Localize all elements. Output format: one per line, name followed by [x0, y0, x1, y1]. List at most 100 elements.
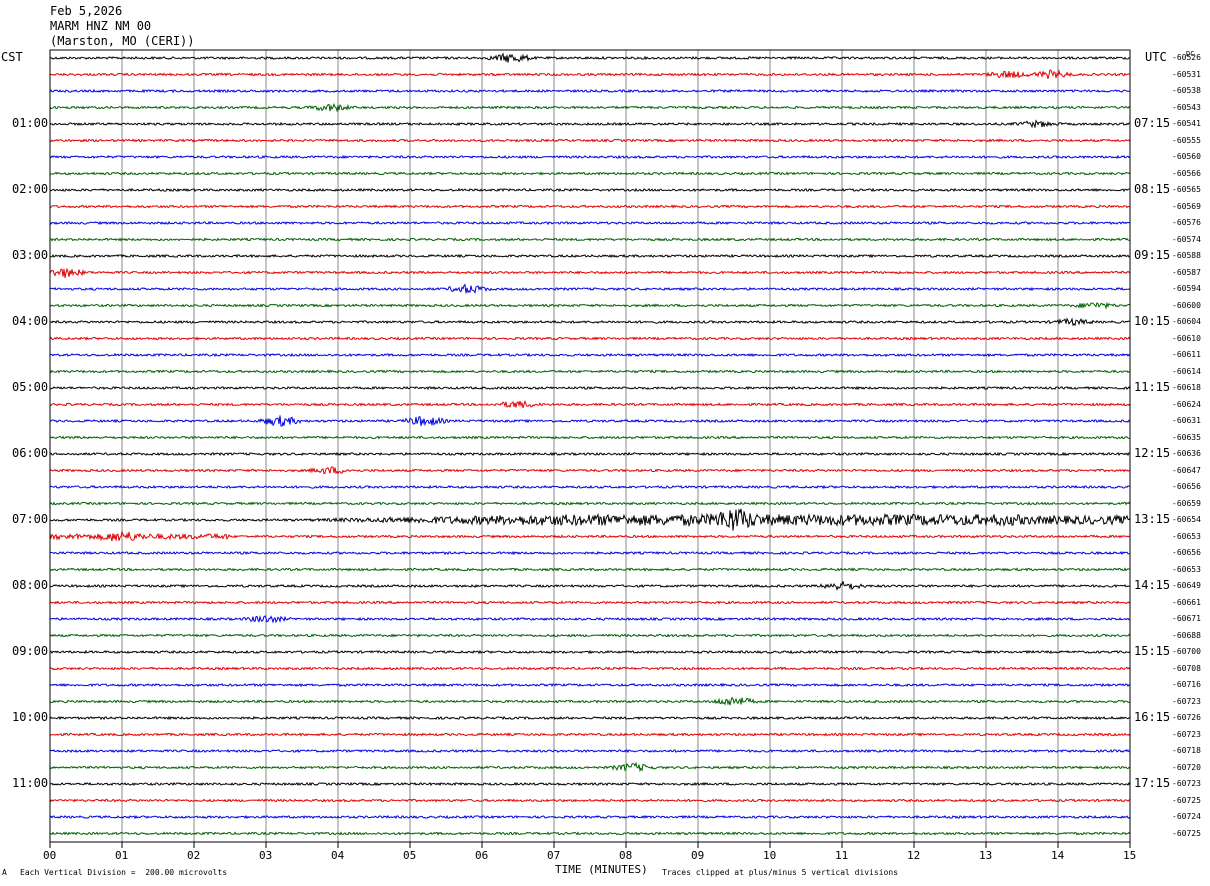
trace-41	[49, 732, 1131, 737]
scale-note: Each Vertical Division = 200.00 microvol…	[20, 868, 228, 877]
plot-frame	[49, 49, 1131, 843]
trace-1	[49, 69, 1131, 79]
x-tick-label: 03	[259, 849, 273, 862]
dc-offset-label: -60659	[1172, 498, 1201, 508]
right-hour-label: 07:15	[1134, 116, 1171, 130]
trace-40	[49, 715, 1131, 721]
dc-offset-label: -60671	[1172, 614, 1201, 623]
dc-offset-label: -60723	[1172, 779, 1201, 788]
x-axis-label: TIME (MINUTES)	[555, 863, 648, 876]
dc-offset-label: -60610	[1172, 333, 1201, 343]
x-tick-label: 06	[475, 849, 489, 862]
trace-25	[49, 466, 1131, 475]
dc-offset-label: -60708	[1172, 663, 1201, 673]
trace-22	[49, 415, 1131, 427]
dc-offset-label: -60624	[1172, 399, 1201, 409]
dc-offset-label: -60647	[1172, 465, 1201, 475]
left-timezone-label: CST	[1, 50, 23, 64]
trace-46	[49, 814, 1131, 820]
trace-6	[49, 154, 1131, 160]
helicorder-plot	[49, 49, 1131, 848]
trace-4	[49, 119, 1131, 129]
clip-note: Traces clipped at plus/minus 5 vertical …	[662, 868, 899, 877]
x-tick-label: 09	[691, 849, 705, 862]
trace-35	[49, 633, 1131, 638]
trace-37	[49, 666, 1131, 671]
trace-23	[49, 435, 1131, 440]
trace-24	[49, 451, 1131, 457]
dc-offset-label: -60604	[1172, 317, 1201, 326]
dc-offset-label: -60611	[1172, 350, 1201, 359]
trace-2	[49, 88, 1130, 94]
left-hour-label: 05:00	[12, 380, 49, 394]
trace-38	[49, 682, 1131, 688]
x-tick-label: 12	[907, 849, 921, 862]
left-hour-label: 10:00	[12, 710, 49, 724]
dc-offset-label: -60618	[1172, 383, 1201, 392]
trace-11	[49, 237, 1131, 242]
dc-offset-label: -60541	[1172, 119, 1201, 128]
left-hour-label: 02:00	[12, 182, 49, 196]
x-tick-label: 07	[547, 849, 561, 862]
dc-offset-label: -60718	[1172, 746, 1201, 755]
trace-16	[49, 317, 1131, 327]
right-hour-label: 11:15	[1134, 380, 1171, 394]
dc-offset-label: -60716	[1172, 680, 1201, 689]
dc-offset-label: -60555	[1172, 135, 1201, 145]
right-hour-label: 09:15	[1134, 248, 1171, 262]
dc-offset-label: -60649	[1172, 581, 1201, 590]
trace-19	[49, 369, 1131, 374]
trace-18	[49, 352, 1131, 358]
right-hour-label: 13:15	[1134, 512, 1171, 526]
trace-17	[49, 336, 1131, 341]
trace-28	[49, 508, 1131, 531]
x-tick-label: 11	[835, 849, 849, 862]
dc-offset-label: -60526	[1172, 53, 1201, 62]
trace-13	[49, 267, 1131, 278]
left-hour-label: 04:00	[12, 314, 49, 328]
trace-33	[49, 600, 1131, 605]
seismic-traces	[49, 52, 1131, 836]
dc-offset-label: -60661	[1172, 597, 1201, 607]
dc-offset-label: -60576	[1172, 218, 1201, 227]
right-hour-label: 16:15	[1134, 710, 1171, 724]
dc-offset-label: -60594	[1172, 284, 1201, 293]
trace-8	[49, 187, 1130, 193]
trace-32	[49, 581, 1131, 592]
dc-offset-label: -60631	[1172, 416, 1201, 425]
header-date: Feb 5,2026	[50, 4, 123, 18]
dc-offset-label: -60635	[1172, 432, 1201, 442]
trace-39	[49, 696, 1131, 706]
trace-26	[49, 484, 1131, 490]
dc-offset-label: -60574	[1172, 234, 1201, 244]
x-tick-label: 15	[1123, 849, 1137, 862]
dc-offset-label: -60538	[1172, 86, 1201, 95]
dc-offset-label: -60723	[1172, 696, 1201, 706]
right-hour-label: 08:15	[1134, 182, 1171, 196]
dc-offset-label: -60566	[1172, 168, 1201, 178]
trace-44	[49, 781, 1131, 787]
trace-15	[49, 301, 1131, 310]
dc-offset-label: -60726	[1172, 713, 1201, 722]
trace-34	[49, 614, 1131, 624]
trace-42	[49, 748, 1131, 754]
trace-29	[49, 529, 1131, 542]
dc-offset-label: -60688	[1172, 630, 1201, 640]
dc-offset-label: -60636	[1172, 449, 1201, 458]
x-tick-label: 14	[1051, 849, 1065, 862]
dc-offset-label: -60543	[1172, 102, 1201, 112]
right-hour-label: 10:15	[1134, 314, 1171, 328]
dc-offset-label: -60654	[1172, 515, 1201, 524]
dc-offset-label: -60653	[1172, 564, 1201, 574]
dc-offset-label: -60569	[1172, 201, 1201, 211]
left-hour-label: 07:00	[12, 512, 49, 526]
right-timezone-label: UTC	[1145, 50, 1167, 64]
trace-30	[49, 550, 1130, 556]
left-hour-label: 11:00	[12, 776, 49, 790]
dc-offset-label: -60600	[1172, 300, 1201, 310]
dc-offset-label: -60720	[1172, 762, 1201, 772]
dc-offset-label: -60725	[1172, 795, 1201, 805]
trace-10	[49, 220, 1131, 226]
header-location: (Marston, MO (CERI))	[50, 34, 195, 48]
trace-3	[49, 102, 1131, 113]
